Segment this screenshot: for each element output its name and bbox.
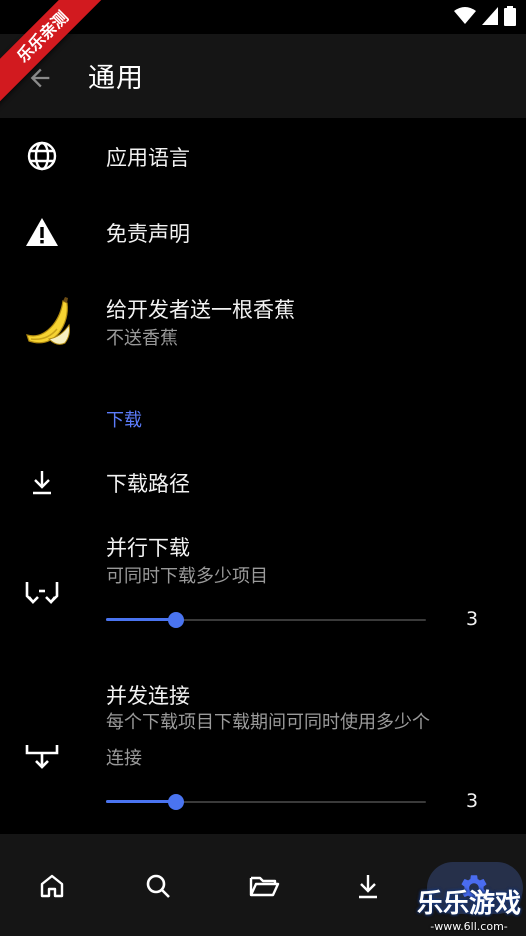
home-icon (40, 874, 64, 898)
slider-thumb[interactable] (168, 794, 184, 810)
setting-title: 并行下载 (106, 536, 190, 560)
folder-icon (249, 876, 280, 897)
setting-title: 下载路径 (106, 472, 190, 496)
setting-subtitle: 每个下载项目下载期间可同时使用多少个 (106, 712, 430, 733)
section-header-download: 下载 (106, 410, 142, 431)
search-icon (146, 874, 170, 898)
banana-icon (20, 294, 76, 350)
nav-files[interactable] (240, 862, 288, 910)
nav-downloads[interactable] (344, 862, 392, 910)
slider-thumb[interactable] (168, 612, 184, 628)
setting-parallel-downloads: 并行下载 可同时下载多少项目 3 (0, 522, 526, 650)
setting-disclaimer[interactable]: 免责声明 (0, 194, 526, 270)
slider-fill (106, 618, 176, 621)
download-icon (359, 875, 377, 899)
setting-title: 应用语言 (106, 146, 190, 170)
globe-icon (22, 136, 62, 176)
concurrent-connection-icon (22, 736, 62, 776)
nav-search[interactable] (134, 862, 182, 910)
setting-subtitle: 可同时下载多少项目 (106, 566, 268, 587)
setting-title: 给开发者送一根香蕉 (106, 298, 295, 322)
warning-icon (22, 212, 62, 252)
slider-fill (106, 800, 176, 803)
setting-subtitle: 连接 (106, 748, 142, 769)
parallel-downloads-slider[interactable] (106, 610, 426, 630)
setting-donate-banana[interactable]: 给开发者送一根香蕉 不送香蕉 (0, 272, 526, 368)
wifi-icon (454, 7, 476, 24)
watermark-brand: 乐乐游戏 (416, 889, 521, 919)
brand-watermark: 乐乐游戏 -www.6ll.com- (412, 888, 526, 936)
slider-value: 3 (466, 790, 479, 812)
download-icon (22, 462, 62, 502)
status-icons (454, 6, 516, 26)
setting-concurrent-connections: 并发连接 每个下载项目下载期间可同时使用多少个 连接 3 (0, 676, 526, 832)
setting-title: 并发连接 (106, 684, 190, 708)
app-bar: 通用 (0, 34, 526, 118)
concurrent-connections-slider[interactable] (106, 792, 426, 812)
setting-subtitle: 不送香蕉 (106, 328, 178, 349)
battery-icon (504, 6, 516, 26)
cellular-signal-icon (482, 7, 498, 25)
slider-value: 3 (466, 608, 479, 630)
nav-home[interactable] (28, 862, 76, 910)
setting-title: 免责声明 (106, 222, 190, 246)
parallel-download-icon (22, 572, 62, 612)
setting-download-path[interactable]: 下载路径 (0, 444, 526, 520)
page-title: 通用 (88, 63, 144, 94)
setting-app-language[interactable]: 应用语言 (0, 118, 526, 194)
watermark-url: -www.6ll.com- (430, 920, 508, 933)
